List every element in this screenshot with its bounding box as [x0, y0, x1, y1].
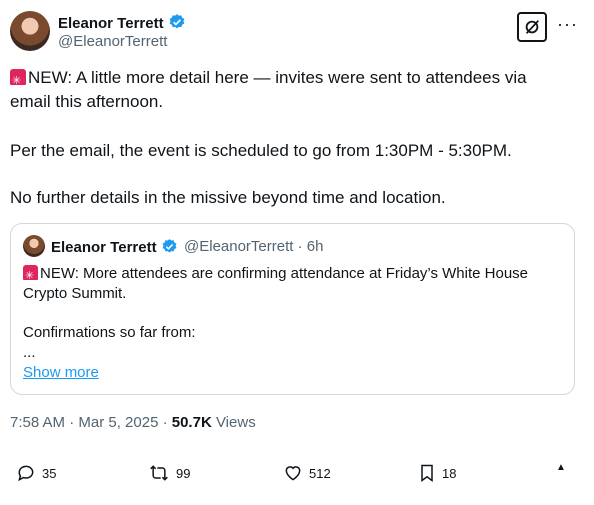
- siren-emoji-icon: [10, 69, 26, 93]
- show-more-link[interactable]: Show more: [23, 364, 99, 381]
- tweet-meta: 7:58 AM · Mar 5, 2025 · 50.7K Views: [10, 414, 256, 431]
- quoted-avatar[interactable]: [23, 235, 45, 257]
- reply-count: 35: [42, 465, 57, 481]
- quoted-author-name[interactable]: Eleanor Terrett: [51, 238, 178, 256]
- grok-button[interactable]: [517, 12, 547, 42]
- verified-badge-icon: [162, 239, 177, 253]
- author-name-text[interactable]: Eleanor Terrett: [58, 15, 164, 32]
- repost-icon: [150, 465, 168, 481]
- author-handle[interactable]: @EleanorTerrett: [58, 33, 167, 50]
- views-label: Views: [211, 414, 256, 431]
- quoted-text-ellipsis: ...: [23, 344, 36, 361]
- bookmark-icon: [421, 464, 433, 482]
- tweet-text-line1: NEW: A little more detail here — invites…: [10, 66, 570, 93]
- quoted-text-line2: Crypto Summit.: [23, 285, 127, 302]
- bookmark-button[interactable]: 18: [418, 462, 456, 484]
- verified-badge-icon: [169, 14, 184, 29]
- quoted-author-name-text[interactable]: Eleanor Terrett: [51, 239, 157, 256]
- tweet-text-para2: Per the email, the event is scheduled to…: [10, 141, 512, 160]
- tweet-datetime[interactable]: 7:58 AM · Mar 5, 2025 ·: [10, 414, 172, 431]
- quoted-text-line3: Confirmations so far from:: [23, 324, 196, 341]
- repost-button[interactable]: 99: [148, 462, 190, 484]
- tweet-text-para3: No further details in the missive beyond…: [10, 188, 446, 207]
- like-count: 512: [309, 465, 331, 481]
- avatar[interactable]: [10, 11, 50, 51]
- like-icon: [285, 466, 301, 481]
- reply-icon: [18, 465, 34, 482]
- share-icon[interactable]: ▲: [556, 462, 566, 473]
- author-name[interactable]: Eleanor Terrett: [58, 13, 186, 32]
- quoted-text-line1: NEW: More attendees are confirming atten…: [23, 264, 563, 286]
- quoted-handle-time[interactable]: @EleanorTerrett · 6h: [184, 238, 323, 255]
- grok-icon: [525, 20, 539, 34]
- views-count: 50.7K: [171, 414, 212, 431]
- tweet-text-line2: email this afternoon.: [10, 92, 164, 111]
- more-options-icon[interactable]: ···: [557, 14, 578, 35]
- reply-button[interactable]: 35: [16, 462, 56, 484]
- like-button[interactable]: 512: [283, 462, 331, 484]
- siren-emoji-icon: [23, 265, 38, 286]
- repost-count: 99: [176, 465, 191, 481]
- bookmark-count: 18: [442, 465, 457, 481]
